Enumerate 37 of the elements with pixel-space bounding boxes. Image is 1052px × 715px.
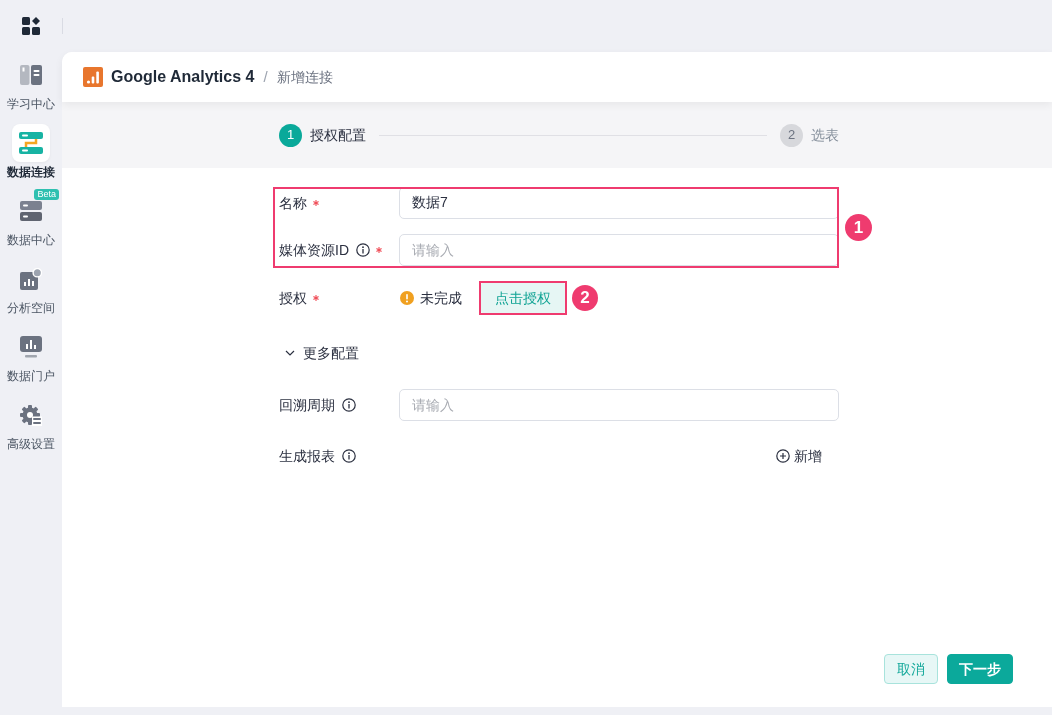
sidebar-item[interactable]: Beta 数据中心 [0, 192, 62, 248]
sidebar-item[interactable]: 学习中心 [0, 56, 62, 112]
field-label: 媒体资源ID [279, 240, 349, 260]
breadcrumb-current: 新增连接 [276, 67, 333, 87]
analytics-logo-icon [83, 67, 103, 87]
warning-icon [400, 291, 414, 305]
breadcrumb-separator: / [263, 66, 268, 87]
plus-circle-icon [776, 449, 790, 463]
input-field[interactable]: 数据7 [399, 187, 839, 219]
gear-icon [20, 404, 42, 426]
monitor-chart-icon [20, 336, 42, 358]
sidebar-item[interactable]: 数据门户 [0, 328, 62, 384]
field-label: 生成报表 [279, 446, 335, 466]
app-grid-icon[interactable] [22, 17, 40, 35]
chart-icon [20, 268, 42, 290]
page-title: Google Analytics 4 [111, 67, 255, 87]
server-icon [20, 201, 42, 221]
sidebar-item[interactable]: 数据连接 [0, 124, 62, 180]
step-label: 选表 [811, 125, 839, 145]
step-number: 2 [780, 123, 803, 147]
field-label: 授权 [279, 288, 307, 308]
step-label: 授权配置 [310, 125, 366, 145]
annotation-badge: 1 [845, 214, 872, 241]
sidebar-item[interactable]: 高级设置 [0, 396, 62, 452]
database-link-icon [12, 124, 50, 162]
annotation-badge: 2 [572, 285, 598, 311]
sidebar-item[interactable]: 分析空间 [0, 260, 62, 316]
input-field[interactable]: 请输入 [399, 389, 839, 421]
add-button[interactable]: 新增 [776, 445, 822, 467]
input-field[interactable]: 请输入 [399, 234, 839, 266]
book-icon [20, 65, 42, 85]
step-number: 1 [279, 123, 302, 147]
status-text: 未完成 [420, 288, 462, 308]
field-label: 回溯周期 [279, 395, 335, 415]
more-config-toggle[interactable]: 更多配置 [279, 342, 359, 364]
field-label: 名称 [279, 193, 307, 213]
beta-badge: Beta [34, 189, 59, 200]
